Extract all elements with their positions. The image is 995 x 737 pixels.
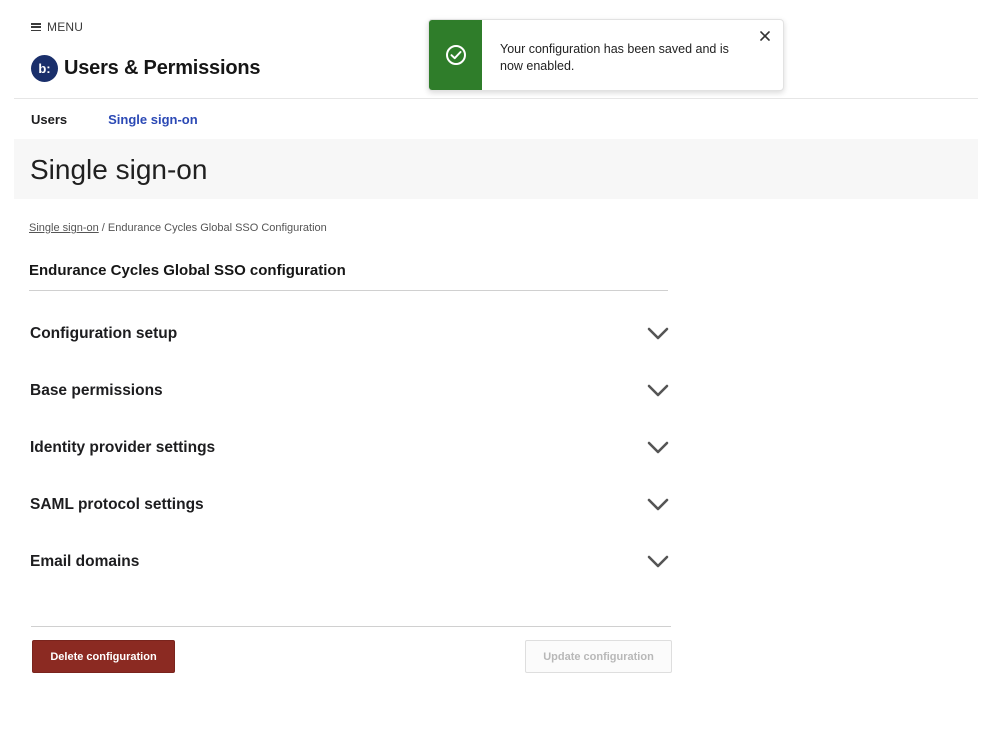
accordion-label: Email domains xyxy=(30,552,140,570)
primary-tabs: Users Single sign-on xyxy=(31,112,198,127)
close-icon[interactable] xyxy=(758,29,772,43)
accordion-label: SAML protocol settings xyxy=(30,495,204,513)
chevron-down-icon xyxy=(647,327,669,339)
accordion-base-permissions[interactable]: Base permissions xyxy=(30,362,671,419)
menu-button[interactable]: MENU xyxy=(31,20,83,34)
toast-status-bar xyxy=(429,20,482,90)
accordion-email-domains[interactable]: Email domains xyxy=(30,533,671,590)
success-toast: Your configuration has been saved and is… xyxy=(428,19,784,91)
update-configuration-button[interactable]: Update configuration xyxy=(525,640,672,673)
menu-label: MENU xyxy=(47,20,84,34)
chevron-down-icon xyxy=(647,441,669,453)
configuration-accordion: Configuration setup Base permissions Ide… xyxy=(30,305,671,590)
tab-single-sign-on[interactable]: Single sign-on xyxy=(108,112,198,127)
app-header: b: Users & Permissions xyxy=(31,55,261,82)
breadcrumb-link-single-sign-on[interactable]: Single sign-on xyxy=(29,222,99,234)
delete-configuration-button[interactable]: Delete configuration xyxy=(32,640,175,673)
hamburger-icon xyxy=(31,23,41,31)
accordion-label: Identity provider settings xyxy=(30,438,216,456)
tab-users[interactable]: Users xyxy=(31,112,67,127)
app-title: Users & Permissions xyxy=(64,57,261,79)
page-title: Single sign-on xyxy=(30,154,208,185)
accordion-configuration-setup[interactable]: Configuration setup xyxy=(30,305,671,362)
section-title: Endurance Cycles Global SSO configuratio… xyxy=(29,262,346,279)
chevron-down-icon xyxy=(647,384,669,396)
section-divider xyxy=(29,290,668,291)
header-divider xyxy=(14,98,978,99)
accordion-identity-provider-settings[interactable]: Identity provider settings xyxy=(30,419,671,476)
accordion-label: Configuration setup xyxy=(30,324,178,342)
accordion-saml-protocol-settings[interactable]: SAML protocol settings xyxy=(30,476,671,533)
footer-divider xyxy=(31,626,671,627)
breadcrumb-current: Endurance Cycles Global SSO Configuratio… xyxy=(107,222,327,234)
check-circle-icon xyxy=(445,45,466,65)
toast-message: Your configuration has been saved and is… xyxy=(500,42,729,73)
breadcrumb: Single sign-on / Endurance Cycles Global… xyxy=(29,222,327,234)
chevron-down-icon xyxy=(647,498,669,510)
accordion-label: Base permissions xyxy=(30,381,163,399)
page-title-band: Single sign-on xyxy=(14,139,978,199)
chevron-down-icon xyxy=(647,555,669,567)
breadcrumb-separator: / xyxy=(98,222,108,234)
brand-logo-icon: b: xyxy=(31,55,58,82)
